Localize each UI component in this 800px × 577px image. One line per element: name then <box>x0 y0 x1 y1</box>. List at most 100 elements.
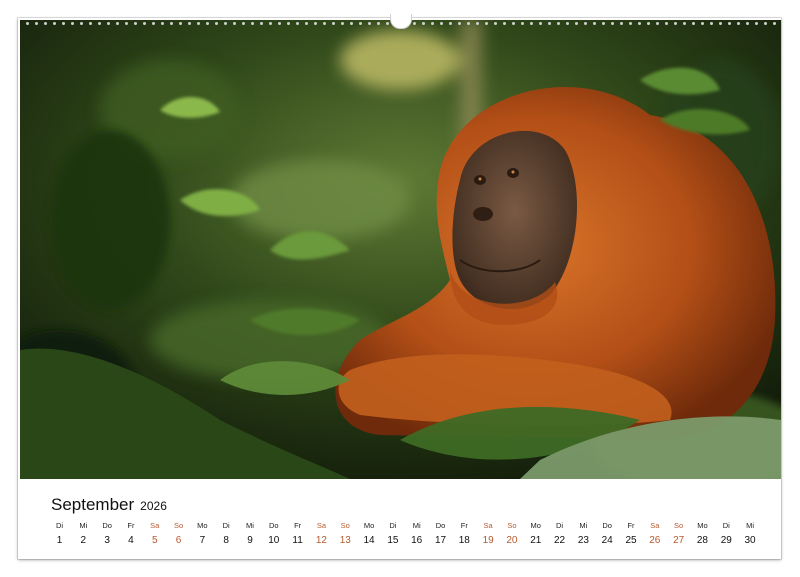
binding-dot <box>224 21 227 25</box>
day-cell: Di 29 <box>715 520 738 546</box>
weekday-label: Mo <box>697 521 708 530</box>
binding-dot <box>458 21 461 25</box>
day-cell: Mo 28 <box>691 520 714 546</box>
weekday-label: Mo <box>530 521 541 530</box>
binding-dot <box>386 21 389 25</box>
day-number: 11 <box>292 535 303 546</box>
day-cell: Sa 5 <box>143 520 166 546</box>
binding-dot <box>368 21 371 25</box>
day-number: 29 <box>720 535 732 546</box>
weekday-label: Di <box>222 521 230 530</box>
weekday-label: Do <box>102 521 112 530</box>
binding-dot <box>161 21 164 25</box>
weekday-label: Fr <box>294 521 302 530</box>
day-cell: Do 3 <box>96 520 119 546</box>
day-cell: So 6 <box>167 520 190 546</box>
binding-dot <box>701 21 704 25</box>
day-cell: Do 10 <box>262 520 285 546</box>
weekday-label: Mo <box>197 521 208 530</box>
day-cell: So 27 <box>667 520 690 546</box>
binding-dot <box>683 21 686 25</box>
binding-dot <box>53 21 56 25</box>
weekday-label: Di <box>55 521 64 530</box>
binding-dot <box>647 21 650 25</box>
day-number: 17 <box>434 535 447 546</box>
binding-dot <box>629 21 632 25</box>
binding-dot <box>773 21 776 25</box>
month-header: September 2026 <box>51 495 167 515</box>
day-number: 24 <box>601 535 613 546</box>
day-number: 18 <box>458 535 470 546</box>
day-number: 2 <box>80 535 87 546</box>
binding-dot <box>314 21 317 25</box>
binding-dot <box>26 21 29 25</box>
binding-dot <box>665 21 668 25</box>
binding-dot <box>431 21 434 25</box>
binding-dot <box>494 21 497 25</box>
binding-dot <box>449 21 452 25</box>
binding-dot <box>341 21 344 25</box>
binding-dot <box>467 21 470 25</box>
binding-dot <box>323 21 326 25</box>
weekday-label: Mi <box>246 521 254 530</box>
binding-dot <box>269 21 272 25</box>
binding-dot <box>620 21 623 25</box>
binding-dot <box>89 21 92 25</box>
day-number: 16 <box>411 535 423 546</box>
binding-dot <box>116 21 119 25</box>
weekday-label: Mi <box>579 521 588 530</box>
weekday-label: Mi <box>79 521 88 530</box>
binding-dot <box>584 21 587 25</box>
weekday-label: Fr <box>460 521 468 530</box>
day-number: 26 <box>649 535 661 546</box>
binding-dot <box>593 21 596 25</box>
day-number: 19 <box>482 535 494 546</box>
binding-dot <box>80 21 83 25</box>
weekday-label: Di <box>722 521 730 530</box>
binding-dot <box>305 21 308 25</box>
day-cell: Di 1 <box>48 520 71 546</box>
day-cell: Di 15 <box>381 520 404 546</box>
weekday-label: Sa <box>650 521 660 530</box>
binding-dot <box>197 21 200 25</box>
day-number: 13 <box>339 535 351 546</box>
day-number: 12 <box>315 535 327 546</box>
binding-dot <box>134 21 137 25</box>
binding-dot <box>476 21 479 25</box>
weekday-label: So <box>340 521 350 530</box>
day-cell: Di 22 <box>548 520 571 546</box>
month-label: September <box>51 495 135 514</box>
weekday-label: Di <box>389 521 397 530</box>
binding-dot <box>377 21 380 25</box>
days-row: Di 1 Mi 2 Do 3 Fr 4 Sa 5 So 6 Mo 7 Di 8 Mi 9 Do 10 Fr 11 Sa 12 S… <box>48 520 762 546</box>
weekday-label: So <box>674 521 684 530</box>
day-cell: Sa 19 <box>477 520 500 546</box>
binding-dot <box>350 21 353 25</box>
day-cell: Do 17 <box>429 520 452 546</box>
binding-dot <box>251 21 254 25</box>
weekday-label: Mi <box>746 521 755 530</box>
binding-dot <box>638 21 641 25</box>
weekday-label: Sa <box>150 521 160 530</box>
day-number: 1 <box>56 535 63 546</box>
day-number: 28 <box>696 535 708 546</box>
binding-dot <box>35 21 38 25</box>
binding-dot <box>719 21 722 25</box>
day-cell: Fr 25 <box>620 520 643 546</box>
day-cell: Mi 30 <box>739 520 762 546</box>
binding-dot <box>548 21 551 25</box>
day-number: 15 <box>387 535 399 546</box>
day-number: 20 <box>506 535 518 546</box>
binding-dot <box>656 21 659 25</box>
binding-dot <box>521 21 524 25</box>
binding-dot <box>98 21 101 25</box>
binding-dot <box>512 21 515 25</box>
day-number: 25 <box>625 535 637 546</box>
binding-dot <box>566 21 569 25</box>
binding-dot <box>422 21 425 25</box>
binding-dot <box>764 21 767 25</box>
day-number: 22 <box>554 535 566 546</box>
orangutan-photo <box>20 20 781 479</box>
day-number: 10 <box>268 535 280 546</box>
binding-dot <box>359 21 362 25</box>
